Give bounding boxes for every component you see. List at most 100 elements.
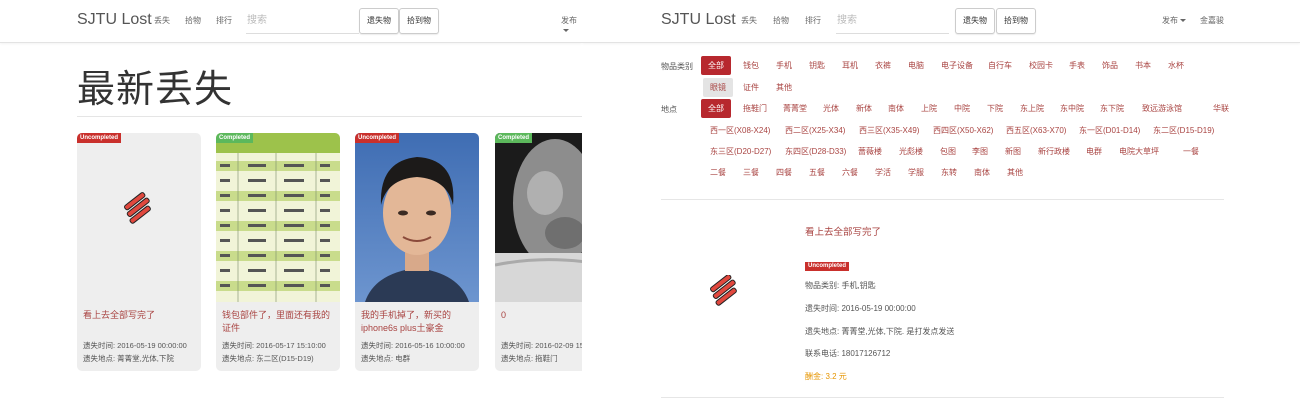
place-pill[interactable]: 东四区(D28-D33) [778,142,853,161]
place-pill[interactable]: 蔷薇楼 [851,142,889,161]
card-time: 遗失时间: 2016-05-17 15:10:00 [222,341,326,350]
card-time: 遗失时间: 2016-05-19 00:00:00 [83,341,187,350]
card-title[interactable]: 钱包部件了，里面还有我的证件 [222,309,338,335]
item-card[interactable]: Completed 钱包部件了，里面还有我的证件 遗失时间: 2016-05-1… [216,133,340,371]
place-pill[interactable]: 东转 [934,163,964,182]
caret-down-icon [563,29,569,33]
category-pill[interactable]: 手表 [1062,56,1092,75]
place-pill[interactable]: 东二区(D15-D19) [1146,121,1221,140]
item-card[interactable]: Uncompleted 我的手机掉了，新买的iphone6s plus土豪金 遗… [355,133,479,371]
place-pill[interactable]: 南体 [967,163,997,182]
place-pill[interactable]: 致远游泳馆 [1135,99,1189,118]
category-pill[interactable]: 其他 [769,78,799,97]
person-photo-image [355,133,479,302]
card-place: 遗失地点: 菁菁堂,光体,下院 [83,354,174,363]
place-pill[interactable]: 其他 [1000,163,1030,182]
place-pill[interactable]: 新体 [849,99,879,118]
place-pill[interactable]: 拖鞋门 [736,99,774,118]
place-pill[interactable]: 中院 [947,99,977,118]
search-input[interactable] [836,7,949,34]
category-pill[interactable]: 证件 [736,78,766,97]
place-pill[interactable]: 五餐 [802,163,832,182]
right-panel: SJTU Lost 丢失 拾物 排行 遗失物 拾到物 发布 金嘉骏 物品类别 全… [582,0,1300,400]
nav-lost[interactable]: 丢失 [741,15,757,26]
place-pill[interactable]: 电群 [1079,142,1109,161]
place-pill[interactable]: 东中院 [1053,99,1091,118]
document-photo-image [216,133,340,302]
category-pill[interactable]: 电子设备 [934,56,980,75]
place-pill[interactable]: 南体 [881,99,911,118]
place-pill[interactable]: 四餐 [769,163,799,182]
category-pill[interactable]: 眼镜 [703,78,733,97]
place-pill[interactable]: 菁菁堂 [776,99,814,118]
card-title[interactable]: 0 [501,309,582,322]
place-pill[interactable]: 光彪楼 [892,142,930,161]
category-pill[interactable]: 饰品 [1095,56,1125,75]
found-item-button[interactable]: 拾到物 [399,8,439,34]
place-pill[interactable]: 东上院 [1013,99,1051,118]
publish-dropdown[interactable]: 发布 [1162,15,1186,26]
place-pill[interactable]: 电院大草坪 [1112,142,1166,161]
search-input[interactable] [246,7,359,34]
place-pill[interactable]: 李图 [965,142,995,161]
nav-ranking[interactable]: 排行 [216,15,232,26]
place-pill[interactable]: 西三区(X35-X49) [852,121,926,140]
card-title[interactable]: 我的手机掉了，新买的iphone6s plus土豪金 [361,309,477,335]
found-item-button[interactable]: 拾到物 [996,8,1036,34]
place-pill[interactable]: 学服 [901,163,931,182]
category-pill[interactable]: 书本 [1128,56,1158,75]
place-pill[interactable]: 全部 [701,99,731,118]
nav-ranking[interactable]: 排行 [805,15,821,26]
place-pill[interactable]: 新行政楼 [1031,142,1077,161]
category-pill[interactable]: 钥匙 [802,56,832,75]
place-pill[interactable]: 东一区(D01-D14) [1072,121,1147,140]
place-pill[interactable]: 包图 [933,142,963,161]
place-pill[interactable]: 上院 [914,99,944,118]
category-pill[interactable]: 衣裤 [868,56,898,75]
user-name[interactable]: 金嘉骏 [1200,15,1224,26]
place-filter-label: 地点 [661,105,677,114]
place-pill[interactable]: 华联 [1206,99,1236,118]
lost-item-button[interactable]: 遗失物 [359,8,399,34]
category-pill[interactable]: 校园卡 [1022,56,1060,75]
status-badge: Completed [495,133,533,143]
place-pill[interactable]: 光体 [816,99,846,118]
place-pill[interactable]: 三餐 [736,163,766,182]
category-pill[interactable]: 钱包 [736,56,766,75]
place-pill[interactable]: 一餐 [1176,142,1206,161]
place-pill[interactable]: 下院 [980,99,1010,118]
item-card[interactable]: Uncompleted 看上去全部写完了 遗失时间: 2016-05-19 00… [77,133,201,371]
place-pill[interactable]: 西五区(X63-X70) [999,121,1073,140]
category-pill[interactable]: 全部 [701,56,731,75]
category-pill[interactable]: 手机 [769,56,799,75]
navbar: SJTU Lost 丢失 拾物 排行 遗失物 拾到物 发布 [0,0,582,43]
item-card[interactable]: Completed 0 遗失时间: 2016-02-09 15: 遗失地点: 拖… [495,133,582,371]
place-pill[interactable]: 西二区(X25-X34) [778,121,852,140]
place-pill[interactable]: 六餐 [835,163,865,182]
divider [661,199,1224,200]
nav-found[interactable]: 拾物 [185,15,201,26]
category-pill[interactable]: 电脑 [901,56,931,75]
category-pill[interactable]: 水杯 [1161,56,1191,75]
card-time: 遗失时间: 2016-02-09 15: [501,341,582,350]
place-pill[interactable]: 东三区(D20-D27) [703,142,778,161]
caret-down-icon [1180,19,1186,23]
brand-logo[interactable]: SJTU Lost [661,11,736,29]
place-pill[interactable]: 东下院 [1093,99,1131,118]
category-pill[interactable]: 耳机 [835,56,865,75]
nav-found[interactable]: 拾物 [773,15,789,26]
place-pill[interactable]: 西四区(X50-X62) [926,121,1000,140]
item-title[interactable]: 看上去全部写完了 [805,224,881,238]
nav-lost[interactable]: 丢失 [154,15,170,26]
card-title[interactable]: 看上去全部写完了 [83,309,199,322]
place-pill[interactable]: 西一区(X08-X24) [703,121,777,140]
card-place: 遗失地点: 东二区(D15-D19) [222,354,314,363]
place-pill[interactable]: 新图 [998,142,1028,161]
place-pill[interactable]: 学活 [868,163,898,182]
publish-dropdown[interactable]: 发布 [561,15,582,35]
brand-logo[interactable]: SJTU Lost [77,11,152,29]
category-pill[interactable]: 自行车 [981,56,1019,75]
place-pill[interactable]: 二餐 [703,163,733,182]
divider [77,116,582,117]
lost-item-button[interactable]: 遗失物 [955,8,995,34]
